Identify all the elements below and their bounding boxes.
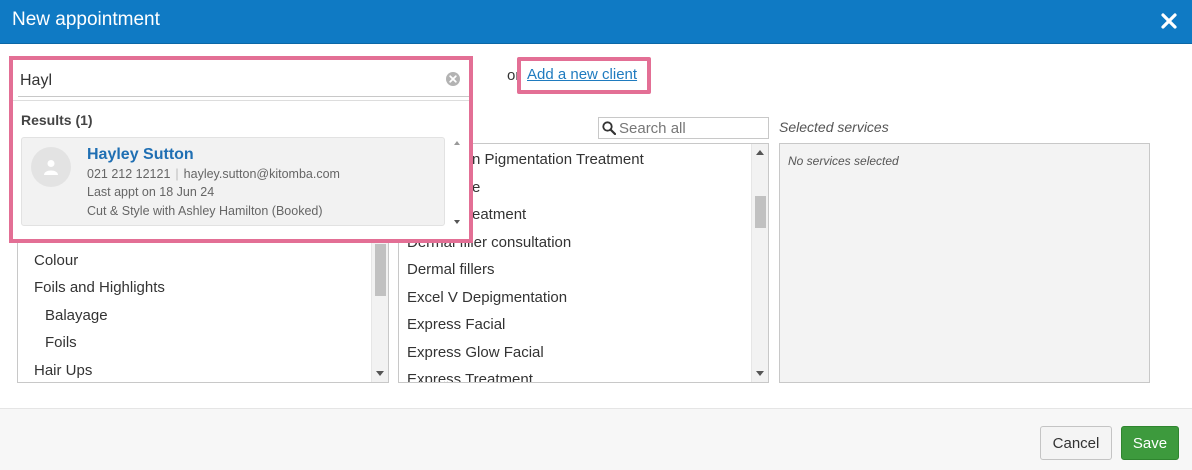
service-item[interactable]: Express Facial [407,316,505,333]
scroll-down-icon[interactable] [376,371,384,376]
client-result-card[interactable]: Hayley Sutton 021 212 12121 | hayley.sutto… [21,137,445,226]
save-button[interactable]: Save [1121,426,1179,460]
service-item[interactable]: Express Glow Facial [407,344,544,361]
service-scrollbar[interactable] [751,144,768,382]
service-item[interactable]: Dermal fillers [407,261,495,278]
client-search-box: Results (1) Hayley Sutton 021 212 12121 |… [9,56,473,243]
user-icon [44,160,58,175]
separator: | [175,167,179,181]
category-item[interactable]: Foils and Highlights [34,279,165,296]
scroll-thumb[interactable] [755,196,766,228]
client-email: hayley.sutton@kitomba.com [183,167,340,181]
search-icon [602,121,617,136]
scroll-thumb[interactable] [375,244,386,296]
service-item[interactable]: eatment [472,206,526,223]
client-contact: 021 212 12121 | hayley.sutton@kitomba.com [87,167,340,181]
selected-services-label: Selected services [779,119,889,135]
selected-services-list: No services selected [779,143,1150,383]
dialog-footer: Cancel Save [0,408,1192,470]
clear-search-icon[interactable] [445,71,461,87]
search-all-input[interactable] [619,119,765,137]
client-search-input[interactable] [18,65,469,97]
category-item[interactable]: Colour [34,252,78,269]
client-results-dropdown: Results (1) Hayley Sutton 021 212 12121 |… [13,100,469,239]
service-item[interactable]: Express Treatment [407,371,533,382]
no-services-text: No services selected [788,154,899,168]
client-last-appt: Last appt on 18 Jun 24 [87,185,215,199]
client-service-line: Cut & Style with Ashley Hamilton (Booked… [87,204,323,218]
scroll-down-icon[interactable] [454,220,460,224]
service-item[interactable]: Excel V Depigmentation [407,289,567,306]
results-scrollbar[interactable] [453,137,463,226]
category-item[interactable]: Hair Ups [34,362,92,379]
close-icon[interactable] [1158,10,1180,32]
service-item[interactable]: n Pigmentation Treatment [472,151,644,168]
category-item[interactable]: Balayage [45,307,108,324]
results-heading: Results (1) [21,112,93,128]
scroll-down-icon[interactable] [756,371,764,376]
scroll-up-icon[interactable] [454,141,460,145]
category-item[interactable]: Foils [45,334,77,351]
dialog-header: New appointment [0,0,1192,44]
scroll-up-icon[interactable] [756,150,764,155]
dialog-title: New appointment [12,9,160,30]
avatar [31,147,71,187]
cancel-button[interactable]: Cancel [1040,426,1112,460]
client-name[interactable]: Hayley Sutton [87,146,194,164]
client-phone: 021 212 12121 [87,167,171,181]
search-all-field[interactable] [598,117,769,139]
add-new-client-link[interactable]: Add a new client [527,66,637,83]
service-item[interactable]: e [472,179,480,196]
